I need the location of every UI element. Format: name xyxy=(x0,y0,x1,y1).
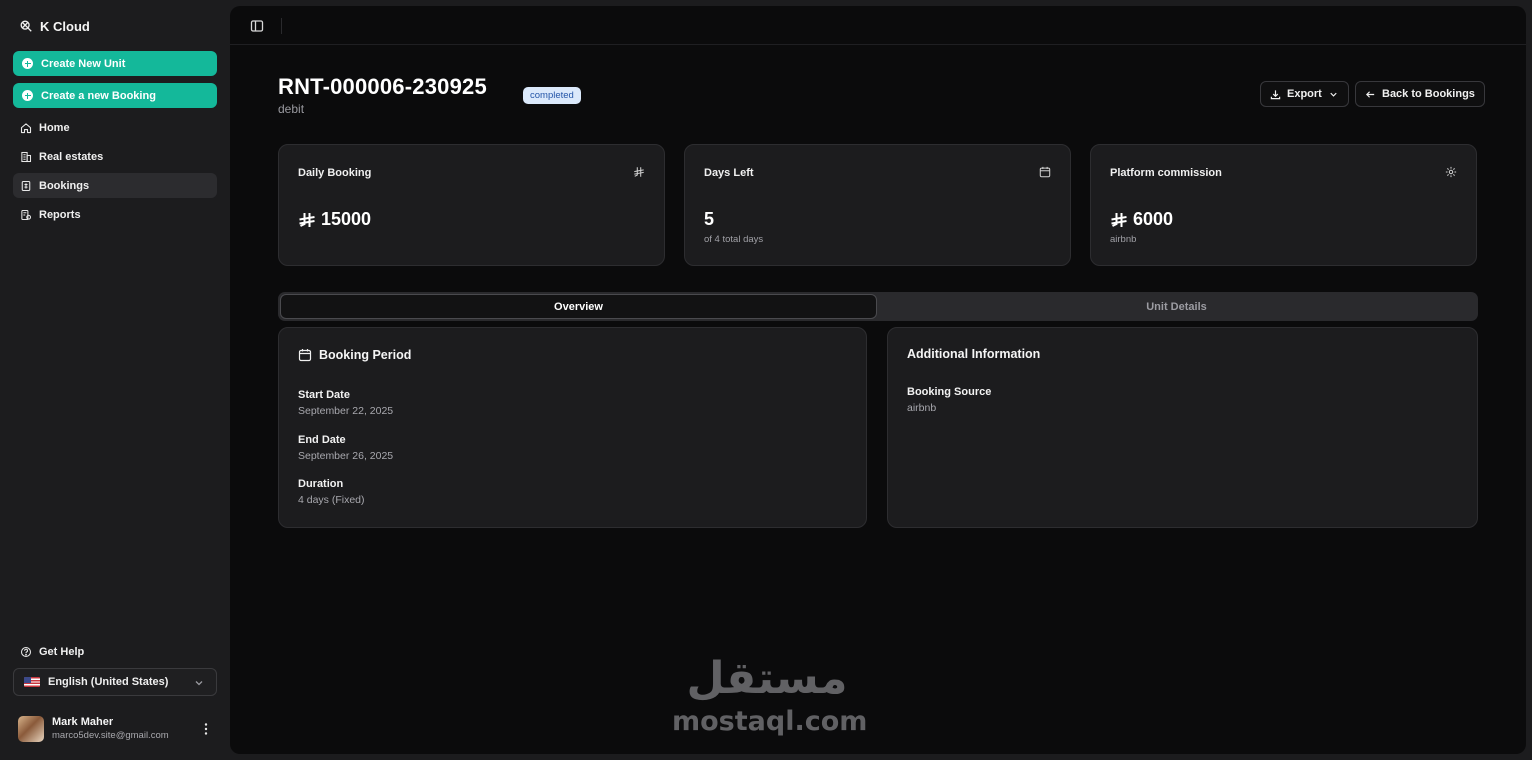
sidebar-item-label: Real estates xyxy=(39,150,104,163)
user-email: marco5dev.site@gmail.com xyxy=(52,730,169,741)
booking-source-value: airbnb xyxy=(907,402,937,414)
riyal-icon xyxy=(1111,212,1127,227)
sidebar-item-real-estates[interactable]: Real estates xyxy=(13,144,217,169)
booking-period-title: Booking Period xyxy=(298,348,411,362)
sidebar-toggle-icon[interactable] xyxy=(250,19,264,33)
avatar xyxy=(18,716,44,742)
main-panel: RNT-000006-230925 completed debit Export… xyxy=(230,6,1526,754)
export-label: Export xyxy=(1287,88,1322,100)
plus-circle-icon xyxy=(22,90,33,101)
additional-info-card: Additional Information Booking Source ai… xyxy=(887,327,1478,528)
divider xyxy=(281,18,282,34)
create-unit-button[interactable]: Create New Unit xyxy=(13,51,217,76)
stat-card-days-left: Days Left 5 of 4 total days xyxy=(684,144,1071,266)
brand[interactable]: K Cloud xyxy=(19,17,90,35)
create-unit-label: Create New Unit xyxy=(41,57,126,70)
additional-info-title: Additional Information xyxy=(907,347,1041,361)
get-help-label: Get Help xyxy=(39,645,85,658)
duration-label: Duration xyxy=(298,478,344,490)
stat-value: 15000 xyxy=(298,209,371,230)
sidebar-item-reports[interactable]: Reports xyxy=(13,202,217,227)
user-profile[interactable]: Mark Maher marco5dev.site@gmail.com xyxy=(18,714,218,744)
chevron-down-icon xyxy=(1330,92,1337,97)
riyal-icon xyxy=(299,212,315,227)
bookings-icon xyxy=(21,180,31,191)
user-name: Mark Maher xyxy=(52,716,114,728)
tab-list: Overview Unit Details xyxy=(278,292,1478,321)
stat-label: Days Left xyxy=(704,167,754,179)
plus-circle-icon xyxy=(22,58,33,69)
app-name: K Cloud xyxy=(40,18,90,34)
stat-label: Platform commission xyxy=(1110,167,1222,179)
start-date-label: Start Date xyxy=(298,389,350,401)
language-select[interactable]: English (United States) xyxy=(13,668,217,696)
riyal-icon xyxy=(634,167,644,177)
duration-value: 4 days (Fixed) xyxy=(298,494,365,506)
back-to-bookings-button[interactable]: Back to Bookings xyxy=(1355,81,1485,107)
tab-unit-details[interactable]: Unit Details xyxy=(878,294,1475,319)
gear-icon xyxy=(1445,166,1457,178)
calendar-icon xyxy=(298,349,312,362)
start-date-value: September 22, 2025 xyxy=(298,405,394,417)
calendar-icon xyxy=(1039,166,1051,178)
create-booking-button[interactable]: Create a new Booking xyxy=(13,83,217,108)
create-booking-label: Create a new Booking xyxy=(41,89,156,102)
stat-subtext: of 4 total days xyxy=(704,234,764,245)
sidebar-item-bookings[interactable]: Bookings xyxy=(13,173,217,198)
stat-value-text: 15000 xyxy=(321,209,372,229)
panel-title-text: Booking Period xyxy=(319,348,412,362)
sidebar: K Cloud Create New Unit Create a new Boo… xyxy=(0,0,230,760)
booking-source-label: Booking Source xyxy=(907,386,992,398)
tab-overview[interactable]: Overview xyxy=(280,294,877,319)
page-subtitle: debit xyxy=(278,102,305,116)
stat-label: Daily Booking xyxy=(298,167,372,179)
brand-logo-icon xyxy=(20,20,32,32)
end-date-value: September 26, 2025 xyxy=(298,450,394,462)
help-circle-icon xyxy=(20,646,32,657)
arrow-left-icon xyxy=(1365,90,1375,98)
sidebar-item-home[interactable]: Home xyxy=(13,115,217,140)
reports-icon xyxy=(21,209,32,220)
stat-value-text: 6000 xyxy=(1133,209,1174,229)
stat-card-daily-booking: Daily Booking 15000 xyxy=(278,144,665,266)
sidebar-item-label: Bookings xyxy=(39,179,90,192)
booking-period-card: Booking Period Start Date September 22, … xyxy=(278,327,867,528)
back-label: Back to Bookings xyxy=(1382,88,1475,100)
more-vertical-icon[interactable] xyxy=(204,722,208,736)
end-date-label: End Date xyxy=(298,434,346,446)
stat-value: 5 xyxy=(704,209,714,230)
building-icon xyxy=(21,151,32,162)
sidebar-item-label: Reports xyxy=(39,208,81,221)
chevron-down-icon xyxy=(195,681,203,686)
download-icon xyxy=(1270,89,1281,99)
stat-subtext: airbnb xyxy=(1110,234,1137,245)
stat-value-text: 5 xyxy=(704,209,715,229)
top-bar xyxy=(230,6,1526,45)
page-title: RNT-000006-230925 xyxy=(278,74,487,99)
get-help-link[interactable]: Get Help xyxy=(13,639,217,664)
us-flag-icon xyxy=(24,677,40,687)
home-icon xyxy=(20,122,32,133)
status-badge: completed xyxy=(523,87,581,104)
stat-card-platform-commission: Platform commission 6000 airbnb xyxy=(1090,144,1477,266)
language-value: English (United States) xyxy=(48,676,169,688)
sidebar-item-label: Home xyxy=(39,121,70,134)
stat-value: 6000 xyxy=(1110,209,1173,230)
export-button[interactable]: Export xyxy=(1260,81,1349,107)
